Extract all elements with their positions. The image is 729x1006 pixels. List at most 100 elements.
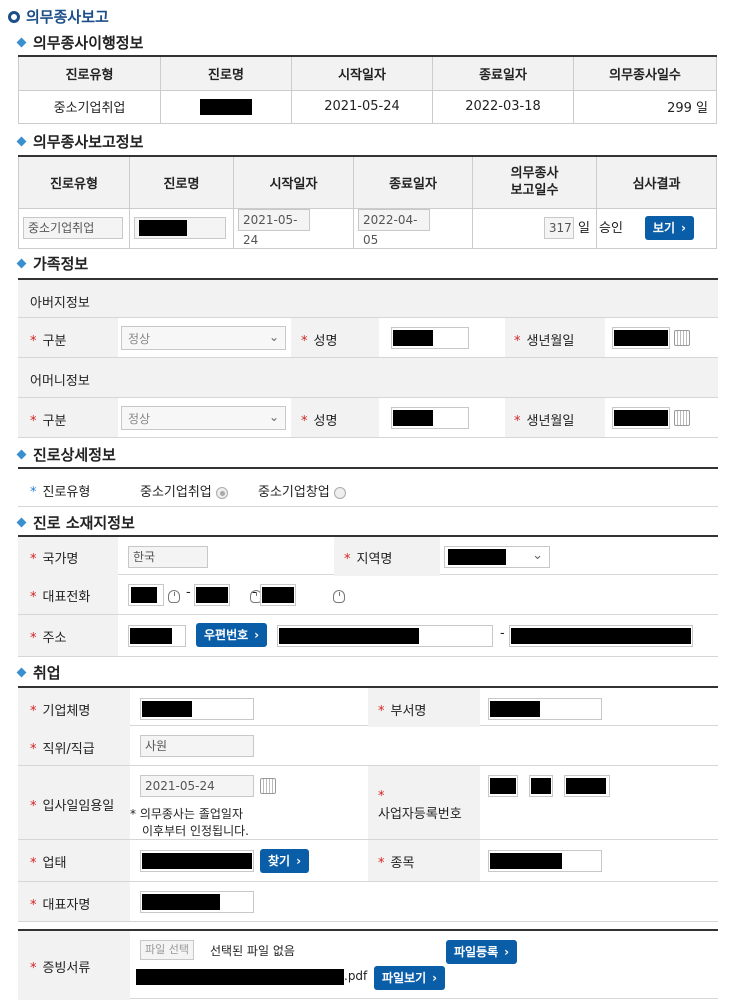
redacted-block [200, 98, 252, 115]
bizno-input-2[interactable] [529, 775, 553, 797]
file-view-button[interactable]: 파일보기 › [374, 966, 446, 990]
col-header: 진로명 [129, 155, 234, 209]
radio-selected-icon [215, 486, 228, 499]
file-ext: .pdf [344, 969, 368, 983]
diamond-icon [16, 517, 27, 528]
chevron-right-icon: › [681, 221, 686, 235]
ceo-row: * 대표자명 [18, 882, 718, 922]
address-input-2[interactable] [509, 625, 693, 647]
col-header: 의무종사 보고일수 [472, 155, 597, 209]
col-header: 진로유형 [18, 155, 130, 209]
company-label: * 기업체명 [30, 704, 91, 719]
mother-name-input[interactable] [391, 407, 469, 429]
cell-start: 2021-05-24 [291, 89, 433, 124]
div-label: * 구분 [30, 334, 67, 349]
biztype-input[interactable] [140, 850, 254, 872]
diamond-icon [16, 667, 27, 678]
cell-name [160, 89, 292, 124]
item-label: * 종목 [378, 856, 415, 871]
days-unit: 일 [578, 221, 590, 236]
biztype-row: * 업태 찾기 › * 종목 [18, 840, 718, 882]
cell-end: 2022-04-05 [353, 207, 473, 249]
mother-div-select[interactable]: 정상 ⌄ [121, 406, 286, 430]
diamond-icon [16, 449, 27, 460]
date-field: 2021-05-24 [140, 775, 254, 797]
ceo-input[interactable] [140, 891, 254, 913]
radio-option-sme-employment[interactable]: 중소기업취업 [140, 481, 228, 500]
company-input[interactable] [140, 698, 254, 720]
title-ring-icon [8, 10, 20, 23]
chevron-down-icon: ⌄ [268, 330, 279, 344]
phone-row: * 대표전화 - - [18, 575, 718, 615]
country-label: * 국가명 [30, 552, 79, 567]
father-row: * 구분 정상 ⌄ * 성명 * 생년월일 [18, 318, 718, 358]
calendar-icon[interactable] [260, 778, 276, 794]
docs-label: * 증빙서류 [30, 961, 91, 976]
keypad-icon[interactable] [168, 590, 180, 603]
father-div-select[interactable]: 정상 ⌄ [121, 326, 286, 350]
section-location-heading: 진로 소재지정보 [16, 512, 135, 533]
address-input-1[interactable] [277, 625, 493, 647]
file-register-button[interactable]: 파일등록 › [446, 940, 518, 964]
cell-type: 중소기업취업 [18, 89, 161, 124]
start-field: 2021-05-24 [238, 208, 310, 247]
view-button[interactable]: 보기 › [644, 216, 694, 240]
phone-input-2[interactable] [194, 584, 230, 606]
find-button[interactable]: 찾기 › [260, 849, 310, 873]
region-label: * 지역명 [344, 552, 393, 567]
birth-label: * 생년월일 [514, 334, 575, 349]
zip-input[interactable] [128, 625, 186, 647]
cell-days: 299 일 [573, 89, 717, 124]
col-header: 의무종사일수 [573, 55, 717, 91]
address-label: * 주소 [30, 631, 67, 646]
name-label: * 성명 [301, 414, 338, 429]
bizno-input-1[interactable] [488, 775, 518, 797]
company-row: * 기업체명 * 부서명 [18, 686, 718, 727]
end-field: 2022-04-05 [358, 208, 430, 247]
col-header: 진로유형 [18, 55, 161, 91]
file-none-text: 선택된 파일 없음 [210, 944, 295, 958]
chevron-down-icon: ⌄ [268, 410, 279, 424]
phone-input-3[interactable] [260, 584, 296, 606]
father-name-input[interactable] [391, 327, 469, 349]
result-text: 승인 [599, 221, 623, 236]
zip-search-button[interactable]: 우편번호 › [196, 623, 268, 647]
keypad-icon[interactable] [333, 590, 346, 603]
mother-row: * 구분 정상 ⌄ * 성명 * 생년월일 [18, 398, 718, 438]
report-table: 진로유형 진로명 시작일자 종료일자 의무종사 보고일수 심사결과 중소기업취업… [18, 155, 717, 249]
mother-birth-input[interactable] [612, 407, 670, 429]
name-label: * 성명 [301, 334, 338, 349]
bizno-input-3[interactable] [564, 775, 610, 797]
days-field: 317 [543, 217, 574, 239]
birth-label: * 생년월일 [514, 414, 575, 429]
cell-end: 2022-03-18 [432, 89, 574, 124]
col-header: 시작일자 [233, 155, 354, 209]
file-select-button[interactable]: 파일 선택 [140, 940, 194, 960]
calendar-icon[interactable] [674, 410, 690, 426]
section-report-heading: 의무종사보고정보 [16, 131, 143, 152]
docs-row: * 증빙서류 파일 선택 선택된 파일 없음 파일등록 › .pdf 파일보기 › [18, 929, 718, 1000]
name-field [134, 217, 226, 239]
mother-row-title: 어머니정보 [18, 358, 718, 398]
transition-table: 진로유형 진로명 시작일자 종료일자 의무종사일수 중소기업취업 2021-05… [18, 55, 717, 124]
col-header: 종료일자 [432, 55, 574, 91]
date-note-2: 이후부터 인정됩니다. [142, 824, 249, 838]
radio-option-sme-startup[interactable]: 중소기업창업 [258, 481, 346, 500]
phone-input-1[interactable] [128, 584, 164, 606]
father-row-title: 아버지정보 [18, 278, 718, 318]
dept-input[interactable] [488, 698, 602, 720]
dept-label: * 부서명 [378, 704, 427, 719]
position-label: * 직위/직급 [30, 742, 95, 757]
date-label: * 입사일임용일 [30, 799, 115, 814]
region-select[interactable]: ⌄ [444, 546, 550, 568]
item-input[interactable] [488, 850, 602, 872]
calendar-icon[interactable] [674, 330, 690, 346]
diamond-icon [16, 258, 27, 269]
father-birth-input[interactable] [612, 327, 670, 349]
chevron-right-icon: › [504, 945, 510, 959]
cell-days: 317 일 [472, 207, 597, 249]
cell-type: 중소기업취업 [18, 207, 130, 249]
col-header: 심사결과 [596, 155, 717, 209]
country-field: 한국 [128, 546, 208, 568]
cell-result: 승인 보기 › [596, 207, 717, 249]
